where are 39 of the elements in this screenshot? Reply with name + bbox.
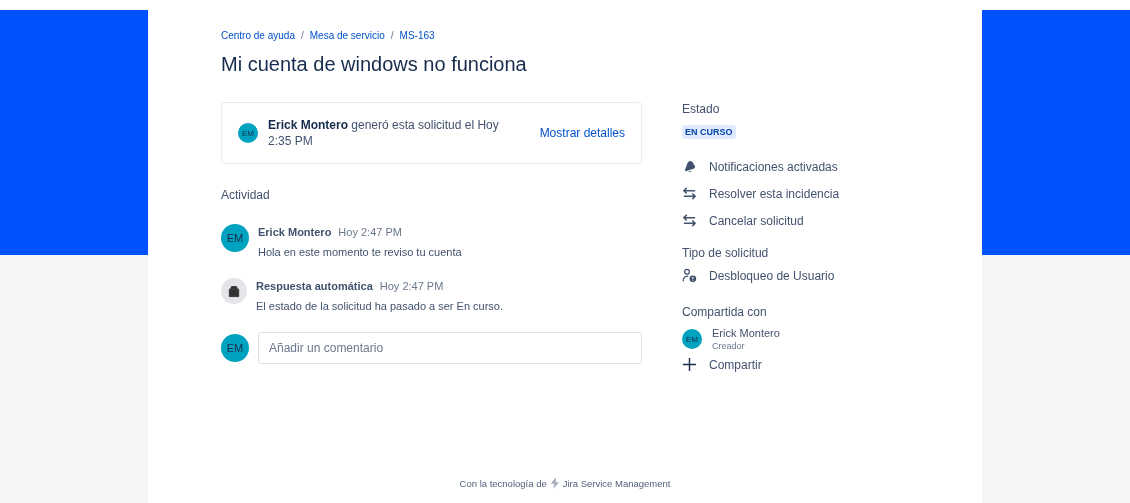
bell-icon — [682, 159, 697, 174]
footer-text: Con la tecnología de — [459, 477, 547, 489]
author-name: Respuesta automática — [256, 280, 373, 292]
person-role: Creador — [712, 341, 746, 351]
action-link[interactable]: Notificaciones activadas — [709, 159, 838, 174]
timestamp: Hoy 2:47 PM — [338, 226, 402, 238]
swap-arrows-icon — [682, 186, 697, 201]
breadcrumb-separator: / — [300, 30, 304, 41]
breadcrumb-link[interactable]: Mesa de servicio — [309, 30, 385, 41]
person-alert-icon — [682, 268, 697, 283]
author-name: Erick Montero — [258, 226, 332, 238]
status-badge: EN CURSO — [682, 125, 736, 139]
user-avatar: EM — [221, 224, 249, 252]
comment-field[interactable]: Añadir un comentario — [258, 332, 642, 364]
comment-text: Hola en este momento te reviso tu cuenta — [258, 246, 462, 258]
request-type: Desbloqueo de Usuario — [709, 268, 835, 283]
timestamp: Hoy 2:47 PM — [379, 280, 444, 292]
action-link[interactable]: Resolver esta incidencia — [709, 186, 840, 201]
breadcrumb-separator: / — [390, 30, 394, 41]
action-link[interactable]: Cancelar solicitud — [709, 213, 804, 228]
breadcrumb-link[interactable]: Centro de ayuda — [221, 30, 295, 41]
user-avatar: EM — [221, 334, 249, 362]
details-link[interactable]: Mostrar detalles — [539, 126, 625, 140]
section-heading: Tipo de solicitud — [682, 246, 770, 260]
section-heading: Actividad — [221, 188, 271, 202]
breadcrumb-link[interactable]: MS-163 — [399, 30, 435, 41]
swap-arrows-icon — [682, 213, 697, 228]
summary-text: Erick Montero generó esta solicitud el Hoy 2:35 PM — [268, 117, 500, 149]
product-name: Jira Service Management — [562, 477, 671, 489]
share-link[interactable]: Compartir — [709, 357, 762, 372]
user-avatar: EM — [238, 123, 258, 143]
comment-text: El estado de la solicitud ha pasado a ser En curso. — [256, 300, 504, 312]
section-heading: Estado — [682, 102, 721, 116]
person-name: Erick Montero — [712, 327, 780, 339]
section-heading: Compartida con — [682, 305, 768, 319]
lightning-icon — [549, 477, 560, 489]
plus-icon — [682, 357, 697, 372]
page-title: Mi cuenta de windows no funciona — [221, 53, 528, 76]
user-avatar: EM — [682, 329, 702, 349]
